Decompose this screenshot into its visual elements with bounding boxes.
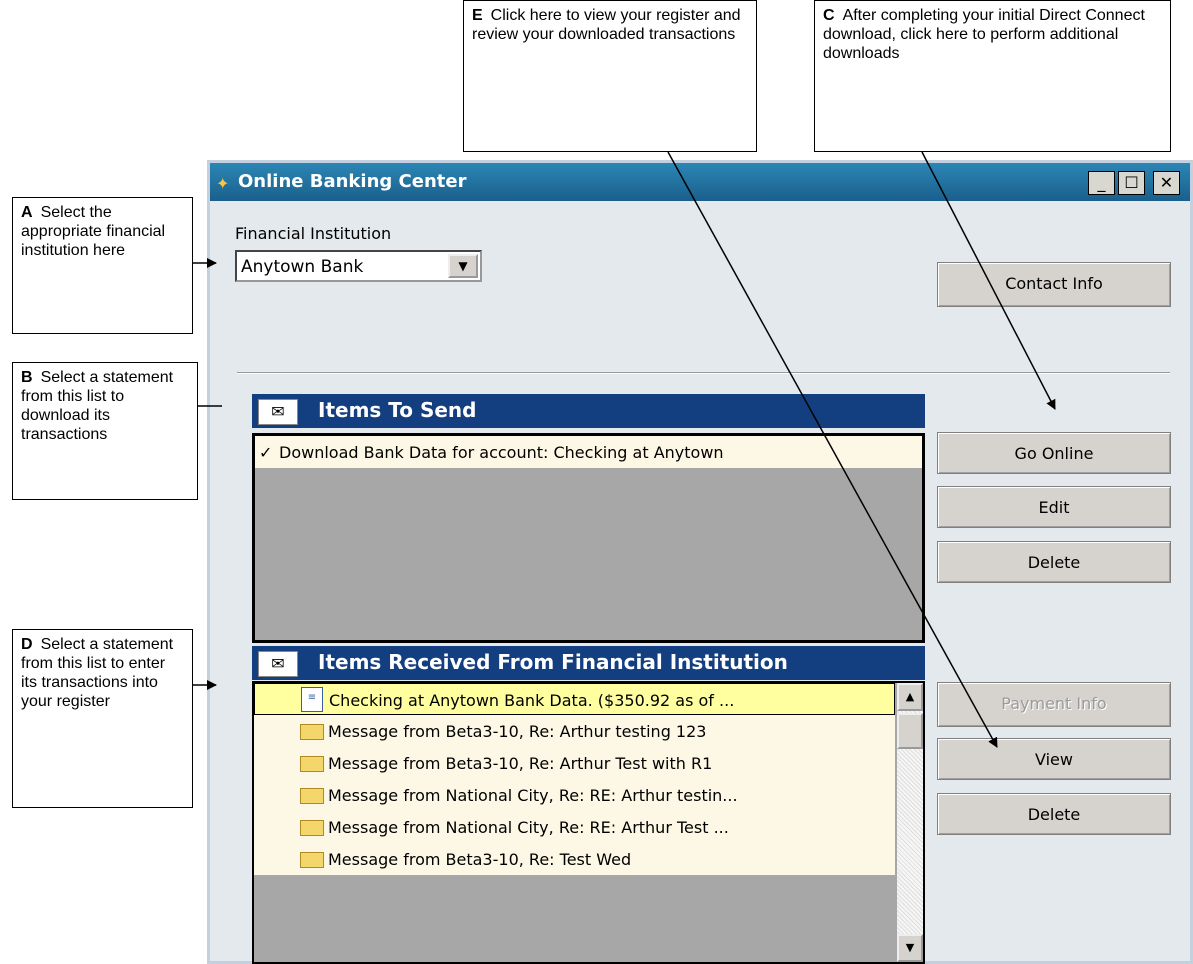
- financial-institution-select[interactable]: Anytown Bank ▼: [235, 250, 482, 282]
- contact-info-button[interactable]: Contact Info: [937, 262, 1171, 307]
- delete-received-button[interactable]: Delete: [937, 793, 1171, 835]
- callout-letter: D: [21, 636, 33, 653]
- list-item-text: Message from National City, Re: RE: Arth…: [328, 818, 729, 837]
- scrollbar[interactable]: ▲ ▼: [897, 683, 923, 962]
- minimize-button[interactable]: _: [1088, 171, 1115, 195]
- list-item[interactable]: Message from National City, Re: RE: Arth…: [254, 811, 895, 843]
- callout-letter: E: [472, 7, 483, 24]
- callout-b: B Select a statement from this list to do…: [12, 362, 198, 500]
- callout-a: A Select the appropriate financial instit…: [12, 197, 193, 334]
- list-item[interactable]: Message from Beta3-10, Re: Arthur testin…: [254, 715, 895, 747]
- list-item-text: Message from Beta3-10, Re: Arthur testin…: [328, 722, 707, 741]
- message-icon: [300, 820, 324, 836]
- maximize-icon: ☐: [1124, 173, 1139, 192]
- online-banking-window: ✦ Online Banking Center _ ☐ ✕ Financial …: [207, 160, 1193, 964]
- divider: [237, 372, 1170, 374]
- check-icon: ✓: [259, 443, 273, 462]
- callout-letter: A: [21, 204, 33, 221]
- callout-text: Select a statement from this list to ent…: [21, 636, 174, 710]
- callout-text: Select the appropriate financial institu…: [21, 204, 166, 259]
- list-item-text: Checking at Anytown Bank Data. ($350.92 …: [329, 691, 735, 710]
- items-received-header: ✉ Items Received From Financial Institut…: [252, 646, 925, 680]
- statement-icon: ≡: [301, 687, 323, 712]
- callout-c: C After completing your initial Direct Co…: [814, 0, 1171, 152]
- list-item-text: Download Bank Data for account: Checking…: [279, 443, 724, 462]
- callout-text: Select a statement from this list to dow…: [21, 369, 174, 443]
- callout-e: E Click here to view your register and re…: [463, 0, 757, 152]
- list-item[interactable]: ≡ Checking at Anytown Bank Data. ($350.9…: [254, 683, 895, 715]
- maximize-button[interactable]: ☐: [1118, 171, 1145, 195]
- callout-letter: C: [823, 7, 835, 24]
- message-icon: [300, 852, 324, 868]
- items-to-send-title: Items To Send: [318, 398, 477, 422]
- list-item[interactable]: Message from Beta3-10, Re: Test Wed: [254, 843, 895, 875]
- mailbox-received-icon: ✉: [258, 651, 298, 677]
- mailbox-icon: ✉: [258, 399, 298, 425]
- list-item[interactable]: Message from Beta3-10, Re: Arthur Test w…: [254, 747, 895, 779]
- window-content: Financial Institution Anytown Bank ▼ Con…: [210, 201, 1190, 964]
- callout-text: Click here to view your register and rev…: [472, 7, 741, 43]
- callout-text: After completing your initial Direct Con…: [823, 7, 1145, 62]
- edit-button[interactable]: Edit: [937, 486, 1171, 528]
- items-to-send-header: ✉ Items To Send: [252, 394, 925, 428]
- chevron-down-icon[interactable]: ▼: [448, 254, 478, 278]
- message-icon: [300, 788, 324, 804]
- scroll-down-icon[interactable]: ▼: [897, 934, 923, 962]
- online-banking-icon: ✦: [216, 174, 230, 193]
- list-item-text: Message from National City, Re: RE: Arth…: [328, 786, 738, 805]
- list-item[interactable]: ✓ Download Bank Data for account: Checki…: [255, 436, 922, 468]
- close-icon: ✕: [1159, 173, 1174, 192]
- items-received-list[interactable]: ≡ Checking at Anytown Bank Data. ($350.9…: [252, 681, 925, 964]
- items-to-send-list[interactable]: ✓ Download Bank Data for account: Checki…: [252, 433, 925, 643]
- title-bar[interactable]: ✦ Online Banking Center _ ☐ ✕: [210, 163, 1190, 201]
- close-button[interactable]: ✕: [1153, 171, 1180, 195]
- minimize-icon: _: [1097, 173, 1106, 192]
- list-item-text: Message from Beta3-10, Re: Test Wed: [328, 850, 632, 869]
- message-icon: [300, 724, 324, 740]
- callout-letter: B: [21, 369, 33, 386]
- delete-send-button[interactable]: Delete: [937, 541, 1171, 583]
- payment-info-button[interactable]: Payment Info: [937, 682, 1171, 727]
- view-button[interactable]: View: [937, 738, 1171, 780]
- go-online-button[interactable]: Go Online: [937, 432, 1171, 474]
- financial-institution-value: Anytown Bank: [241, 257, 364, 277]
- list-item[interactable]: Message from National City, Re: RE: Arth…: [254, 779, 895, 811]
- window-title: Online Banking Center: [238, 171, 467, 192]
- items-received-title: Items Received From Financial Institutio…: [318, 650, 788, 674]
- scroll-up-icon[interactable]: ▲: [897, 683, 923, 711]
- financial-institution-label: Financial Institution: [235, 224, 392, 243]
- message-icon: [300, 756, 324, 772]
- scroll-thumb[interactable]: [897, 713, 923, 749]
- callout-d: D Select a statement from this list to en…: [12, 629, 193, 808]
- list-item-text: Message from Beta3-10, Re: Arthur Test w…: [328, 754, 713, 773]
